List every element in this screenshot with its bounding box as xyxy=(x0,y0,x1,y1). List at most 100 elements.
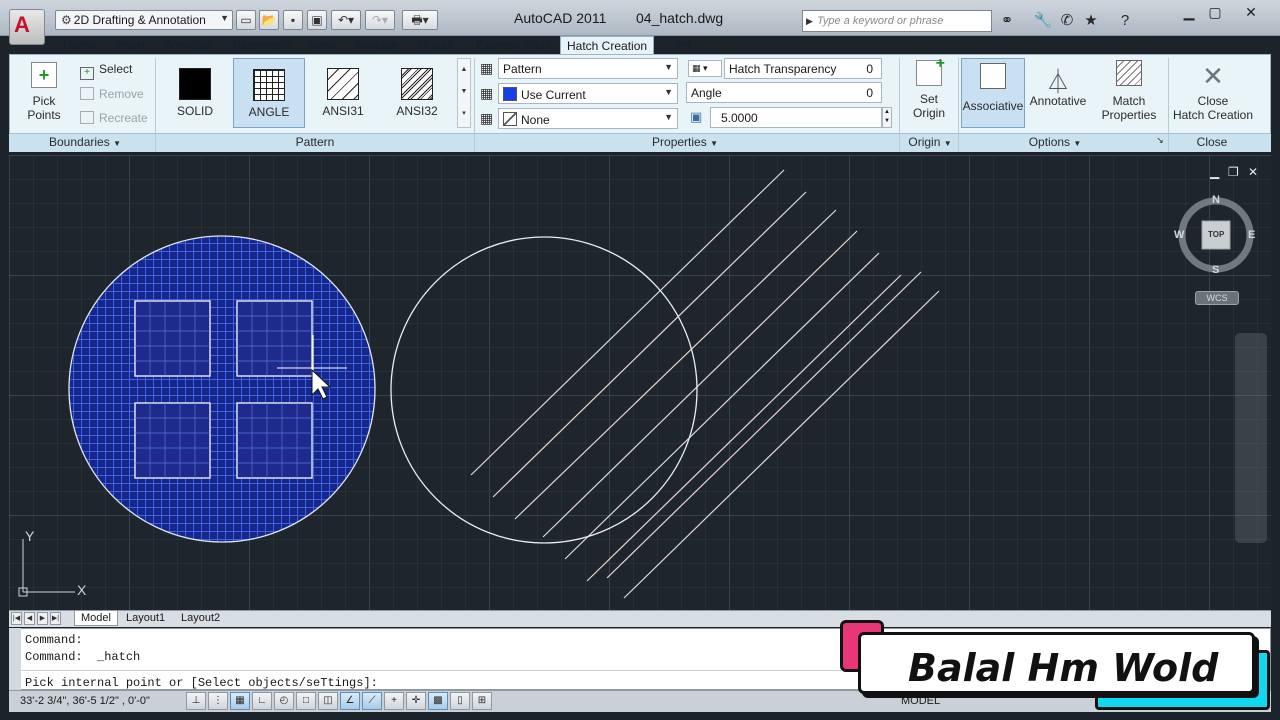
wcs-menu[interactable]: WCS xyxy=(1195,291,1239,305)
viewport-minimize-icon[interactable]: ▁ xyxy=(1210,165,1219,179)
transparency-type-dropdown[interactable]: ▦ ▾ xyxy=(688,60,722,77)
prev-layout-icon[interactable]: ◀ xyxy=(24,612,35,625)
command-window-gripper[interactable] xyxy=(9,628,21,690)
first-layout-icon[interactable]: |◀ xyxy=(11,612,22,625)
pick-points-button[interactable]: + Pick Points xyxy=(15,62,73,122)
search-placeholder: Type a keyword or phrase xyxy=(817,15,944,27)
last-layout-icon[interactable]: ▶| xyxy=(50,612,61,625)
new-icon[interactable]: ▭ xyxy=(236,10,256,30)
drawing-canvas[interactable]: Y X xyxy=(9,155,1271,610)
hatch-scale-field[interactable]: 5.0000 xyxy=(710,107,882,128)
close-icon[interactable]: ✕ xyxy=(1238,4,1264,22)
properties-panel-title[interactable]: Properties ▼ xyxy=(620,135,750,149)
pattern-angle[interactable]: ANGLE xyxy=(233,58,305,128)
pattern-ansi31[interactable]: ANSI31 xyxy=(307,58,379,128)
help-icon[interactable]: ? xyxy=(1114,10,1136,32)
selection-cycling-icon[interactable]: ⊞ xyxy=(472,692,492,710)
maximize-icon[interactable]: ▢ xyxy=(1202,4,1228,22)
object-snap-tracking-icon[interactable]: ∠ xyxy=(340,692,360,710)
ortho-mode-icon[interactable]: ∟ xyxy=(252,692,272,710)
options-panel-title[interactable]: Options ▼ xyxy=(1000,135,1110,149)
pattern-ansi32[interactable]: ANSI32 xyxy=(381,58,453,128)
undo-icon[interactable]: ↶▾ xyxy=(331,10,361,30)
boundaries-panel-title[interactable]: Boundaries ▼ xyxy=(30,135,140,149)
navigation-bar[interactable] xyxy=(1235,333,1267,543)
model-space-button[interactable]: MODEL xyxy=(901,695,940,707)
associative-button[interactable]: Associative xyxy=(961,58,1025,128)
next-layout-icon[interactable]: ▶ xyxy=(37,612,48,625)
tab-parametric[interactable]: Parametric xyxy=(233,36,291,54)
quick-properties-icon[interactable]: ▯ xyxy=(450,692,470,710)
hatch-color-dropdown[interactable]: Use Current ▼ xyxy=(498,83,678,104)
infer-constraints-icon[interactable]: ⊥ xyxy=(186,692,206,710)
ribbon-minimize-icon[interactable]: ▭▾ xyxy=(676,36,690,54)
tab-insert[interactable]: Insert xyxy=(115,36,145,54)
tab-model[interactable]: Model xyxy=(74,611,118,626)
annotative-button[interactable]: ⏃ Annotative xyxy=(1028,62,1088,108)
tab-express-tools[interactable]: Express Tools xyxy=(476,36,550,54)
remove-button[interactable]: Remove xyxy=(80,87,144,101)
binoculars-icon[interactable]: ⚭ xyxy=(996,10,1018,32)
polar-tracking-icon[interactable]: ◴ xyxy=(274,692,294,710)
favorites-icon[interactable]: ★ xyxy=(1080,10,1102,32)
compass-east[interactable]: E xyxy=(1248,229,1255,241)
recreate-label: Recreate xyxy=(99,111,148,125)
coordinate-readout[interactable]: 33'-2 3/4", 36'-5 1/2" , 0'-0" xyxy=(20,695,150,707)
minimize-icon[interactable]: ▁ xyxy=(1176,4,1202,22)
pattern-solid[interactable]: SOLID xyxy=(159,58,231,128)
angle-label: Angle xyxy=(691,86,722,100)
communication-icon[interactable]: ✆ xyxy=(1056,10,1078,32)
set-origin-button[interactable]: + Set Origin xyxy=(905,55,953,120)
3d-object-snap-icon[interactable]: ◫ xyxy=(318,692,338,710)
compass-north[interactable]: N xyxy=(1212,194,1220,206)
dynamic-ucs-icon[interactable]: ⟋ xyxy=(362,692,382,710)
tab-home[interactable]: Home xyxy=(63,36,95,54)
tab-layout1[interactable]: Layout1 xyxy=(120,611,171,626)
close-hatch-creation-button[interactable]: ✕ Close Hatch Creation xyxy=(1170,62,1256,122)
viewport-close-icon[interactable]: ✕ xyxy=(1248,165,1258,179)
open-icon[interactable]: 📂 xyxy=(259,10,279,30)
tab-annotate[interactable]: Annotate xyxy=(164,36,212,54)
hatch-transparency-field[interactable]: Hatch Transparency 0 xyxy=(724,58,882,79)
transparency-icon[interactable]: ▩ xyxy=(428,692,448,710)
application-menu-button[interactable]: A xyxy=(9,9,45,45)
set-origin-label-2: Origin xyxy=(912,106,945,120)
match-properties-button[interactable]: Match Properties xyxy=(1097,60,1161,122)
save-as-icon[interactable]: ▣ xyxy=(307,10,327,30)
tab-hatch-creation[interactable]: Hatch Creation xyxy=(560,36,655,54)
unhatched-circle[interactable] xyxy=(390,236,698,544)
command-prompt[interactable]: Pick internal point or [Select objects/s… xyxy=(25,676,378,690)
dynamic-input-icon[interactable]: + xyxy=(384,692,404,710)
origin-panel-title[interactable]: Origin ▼ xyxy=(900,135,960,149)
recreate-button[interactable]: Recreate xyxy=(80,111,148,125)
tab-manage[interactable]: Manage xyxy=(355,36,398,54)
select-button[interactable]: + Select xyxy=(80,62,132,80)
tab-view[interactable]: View xyxy=(310,36,336,54)
compass-south[interactable]: S xyxy=(1212,264,1219,276)
pattern-gallery-scroll[interactable]: ▲ ▼ ▾ xyxy=(457,58,471,128)
search-input[interactable]: ▶ Type a keyword or phrase xyxy=(802,10,992,32)
snap-mode-icon[interactable]: ⋮ xyxy=(208,692,228,710)
options-dialog-launcher-icon[interactable]: ↘ xyxy=(1154,135,1166,146)
close-panel-title: Close xyxy=(1196,135,1228,149)
workspace-switcher[interactable]: ⚙ 2D Drafting & Annotation ▼ xyxy=(55,10,233,30)
subscription-icon[interactable]: 🔧 xyxy=(1032,10,1054,32)
object-snap-icon[interactable]: □ xyxy=(296,692,316,710)
hatch-type-dropdown[interactable]: Pattern ▼ xyxy=(498,58,678,79)
lineweight-icon[interactable]: ✛ xyxy=(406,692,426,710)
tab-output[interactable]: Output xyxy=(418,36,454,54)
tab-layout2[interactable]: Layout2 xyxy=(175,611,226,626)
hatch-angle-field[interactable]: Angle 0 xyxy=(686,82,882,103)
viewport-restore-icon[interactable]: ❐ xyxy=(1228,165,1239,179)
scale-spinner[interactable]: ▲ ▼ xyxy=(882,107,892,128)
save-icon[interactable]: ▪ xyxy=(283,10,303,30)
viewcube-top-face[interactable]: TOP xyxy=(1208,230,1224,239)
plot-icon[interactable]: 🖶▾ xyxy=(402,10,438,30)
background-color-dropdown[interactable]: None ▼ xyxy=(498,108,678,129)
compass-west[interactable]: W xyxy=(1174,229,1184,241)
redo-icon[interactable]: ↷▾ xyxy=(365,10,395,30)
chevron-down-icon: ▼ xyxy=(664,87,673,97)
hatched-circle[interactable] xyxy=(68,235,376,543)
grid-display-icon[interactable]: ▦ xyxy=(230,692,250,710)
remove-icon xyxy=(80,87,94,100)
